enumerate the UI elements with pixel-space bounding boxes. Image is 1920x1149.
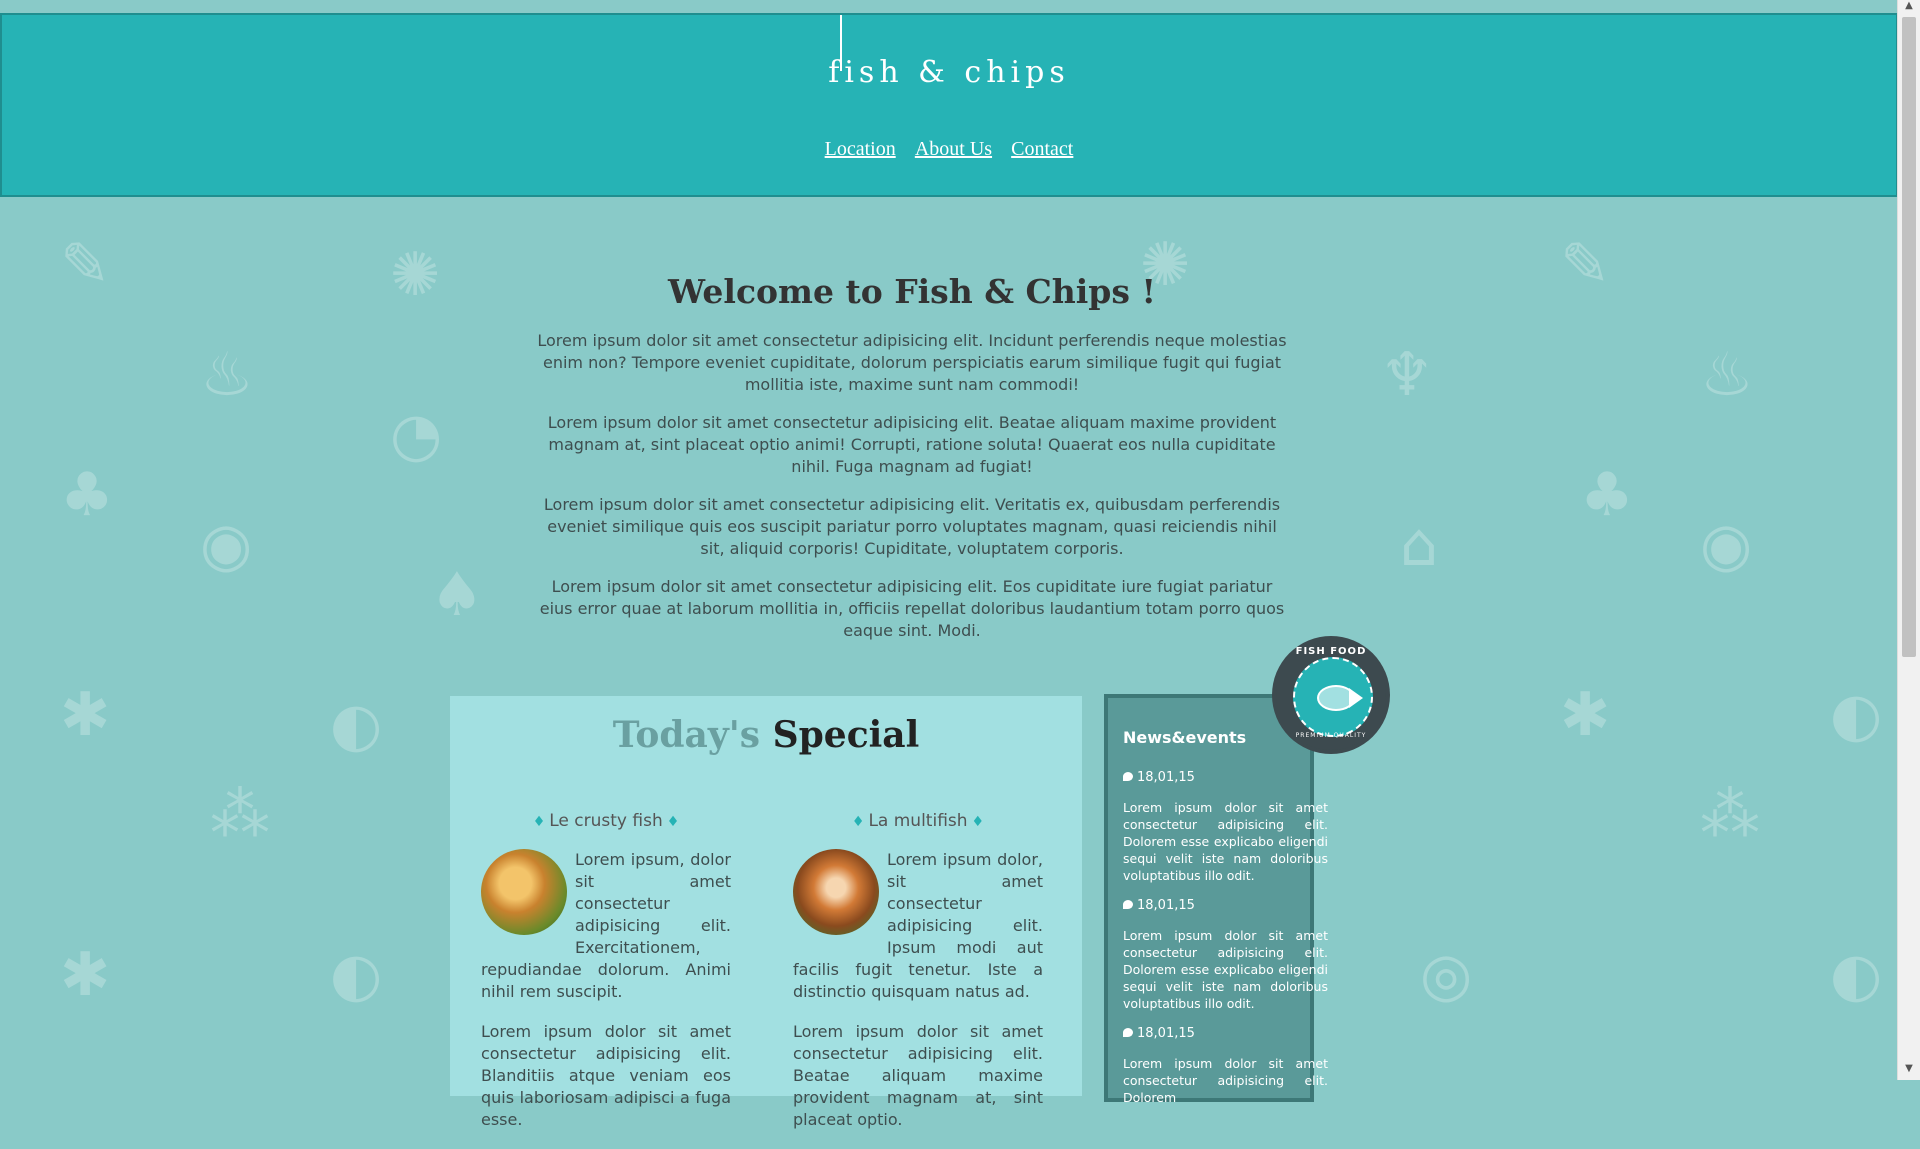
donut-icon: ◎ [1420,940,1473,1010]
dish-card: ♦ La multifish ♦ Lorem ipsum dolor, sit am… [793,811,1043,1149]
news-text: Lorem ipsum dolor sit amet consectetur a… [1123,928,1328,1011]
grill-icon: ⌂ [1400,510,1439,580]
drop-icon: ♦ [851,814,865,830]
wine-glass-icon: ♆ [1380,340,1434,410]
news-date: 18,01,15 [1123,770,1328,785]
dish-image-multifish [793,849,879,935]
main-nav: Location About Us Contact [2,138,1896,161]
special-title-part1: Today's [612,714,761,756]
dish-name: Le crusty fish [549,811,663,831]
drop-icon: ♦ [666,814,680,830]
comment-icon [1123,900,1133,909]
badge-inner [1293,657,1373,737]
special-title: Today's Special [450,714,1082,756]
fish-tail-icon [1349,688,1363,708]
chicken-icon: ♨ [1700,340,1754,410]
clock-icon: ◔ [390,400,443,470]
pineapple-icon: ✱ [60,680,111,750]
news-events-panel: News&events 18,01,15 Lorem ipsum dolor s… [1104,694,1328,1105]
comment-icon [1123,772,1133,781]
news-text: Lorem ipsum dolor sit amet consectetur a… [1123,800,1328,883]
chicken-icon: ♨ [200,340,254,410]
news-date: 18,01,15 [1123,1026,1328,1041]
dish-card: ♦ Le crusty fish ♦ Lorem ipsum, dolor sit … [481,811,731,1149]
steak-icon: ◉ [200,510,253,580]
scrollbar-thumb[interactable] [1902,17,1916,657]
dish-description: Lorem ipsum dolor sit amet consectetur a… [793,1022,1043,1129]
news-date: 18,01,15 [1123,898,1328,913]
watermelon-icon: ◐ [1830,940,1883,1010]
fish-food-badge: FISH FOOD PREMIUM QUALITY [1276,640,1386,750]
grapes-icon: ⁂ [210,780,270,850]
news-text: Lorem ipsum dolor sit amet consectetur a… [1123,1056,1328,1105]
page-title: Welcome to Fish & Chips ! [668,272,1156,312]
dish-heading: ♦ Le crusty fish ♦ [481,811,731,831]
scroll-up-arrow-icon[interactable]: ▲ [1898,0,1920,17]
nav-contact[interactable]: Contact [1011,138,1073,160]
news-title: News&events [1123,728,1247,747]
watermelon-icon: ◐ [330,940,383,1010]
dish-description: Lorem ipsum dolor sit amet consectetur a… [481,1022,731,1129]
todays-special-panel: Today's Special ♦ Le crusty fish ♦ Lorem i… [450,696,1082,1129]
nav-about-us[interactable]: About Us [915,138,992,160]
dish-heading: ♦ La multifish ♦ [793,811,1043,831]
vertical-scrollbar[interactable]: ▲ ▼ [1897,0,1920,1080]
intro-paragraph: Lorem ipsum dolor sit amet consectetur a… [543,495,1281,558]
top-strip [0,0,1898,13]
broccoli-icon: ♠ [430,560,484,630]
pineapple-icon: ✱ [1560,680,1611,750]
intro-paragraph: Lorem ipsum dolor sit amet consectetur a… [547,413,1277,476]
news-list: 18,01,15 Lorem ipsum dolor sit amet cons… [1123,770,1328,1120]
dish-image-fish-and-chips [481,849,567,935]
cherry-icon: ♣ [1580,460,1634,530]
drop-icon: ♦ [971,814,985,830]
scroll-down-arrow-icon[interactable]: ▼ [1898,1063,1920,1080]
steak-icon: ◉ [1700,510,1753,580]
intro-text: Lorem ipsum dolor sit amet consectetur a… [537,330,1287,658]
comment-icon [1123,1028,1133,1037]
cherry-icon: ♣ [60,460,114,530]
watermelon-icon: ◐ [1830,680,1883,750]
badge-top-text: FISH FOOD [1295,646,1367,657]
badge-bottom-text: PREMIUM QUALITY [1295,732,1367,739]
nav-location[interactable]: Location [825,138,896,160]
site-logo[interactable]: fish & chips [2,55,1896,90]
watermelon-icon: ◐ [330,690,383,760]
intro-paragraph: Lorem ipsum dolor sit amet consectetur a… [537,331,1287,394]
grapes-icon: ⁂ [1700,780,1760,850]
drop-icon: ♦ [532,814,546,830]
pineapple-icon: ✱ [60,940,111,1010]
special-title-part2: Special [772,714,920,756]
dish-name: La multifish [868,811,968,831]
intro-paragraph: Lorem ipsum dolor sit amet consectetur a… [539,577,1285,640]
site-header: fish & chips Location About Us Contact [0,13,1898,197]
